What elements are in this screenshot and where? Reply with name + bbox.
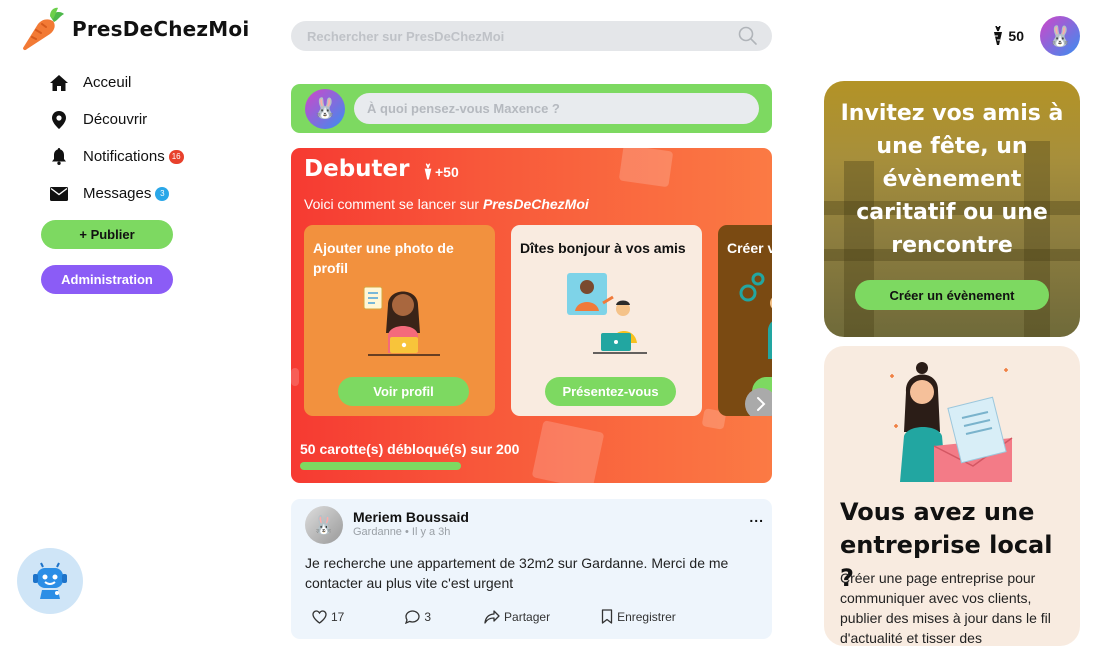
post-meta: Gardanne • Il y a 3h: [353, 526, 451, 538]
getting-started-banner: Debuter +50 Voici comment se lancer sur …: [291, 148, 772, 483]
bell-icon: [52, 148, 66, 165]
user-avatar[interactable]: 🐰: [1040, 16, 1080, 56]
sidebar-item-messages[interactable]: Messages 3: [48, 177, 248, 210]
carrot-logo-icon: [23, 7, 64, 51]
post-menu-button[interactable]: ...: [749, 509, 764, 525]
invite-card: Invitez vos amis à une fête, un évènemen…: [824, 81, 1080, 337]
post-author-avatar[interactable]: 🐰: [305, 506, 343, 544]
woman-letter-illustration: [890, 362, 1013, 482]
carrot-icon: [994, 26, 1003, 45]
business-text: Créer une page entreprise pour communiqu…: [840, 570, 1051, 646]
bookmark-icon: [601, 609, 613, 624]
onboarding-card-friends: Dîtes bonjour à vos amis Présentez-vous: [511, 225, 702, 416]
search-icon[interactable]: [738, 26, 758, 46]
assistant-bot-button[interactable]: [17, 548, 83, 614]
bunny-avatar-icon: 🐰: [312, 98, 338, 120]
share-icon: [484, 609, 500, 624]
carrot-count: 50: [1008, 28, 1024, 44]
decor-shape: [291, 368, 299, 386]
onboarding-card-photo: Ajouter une photo de profil Voir profil: [304, 225, 495, 416]
progress-bar: [300, 462, 461, 470]
bunny-avatar-icon: 🐰: [312, 514, 336, 535]
chevron-right-icon: [757, 397, 766, 411]
publish-button[interactable]: + Publier: [41, 220, 173, 249]
notification-badge: 16: [168, 149, 184, 164]
gears-illustration: [739, 272, 772, 359]
progress-text: 50 carotte(s) débloqué(s) sur 200: [300, 441, 520, 457]
decor-shape: [618, 148, 674, 188]
composer-input[interactable]: [354, 93, 759, 124]
like-count: 17: [331, 609, 345, 624]
introduce-yourself-button[interactable]: Présentez-vous: [545, 377, 676, 406]
woman-laptop-illustration: [363, 286, 440, 356]
app-logo[interactable]: PresDeChezMoi: [20, 6, 249, 52]
sidebar-nav: Acceuil Découvrir Notifications 16 Messa…: [48, 66, 248, 214]
business-card: Vous avez une entreprise local ? Créer u…: [824, 346, 1080, 646]
invite-text: Invitez vos amis à une fête, un évènemen…: [840, 101, 1064, 258]
sidebar-item-label: Notifications: [83, 148, 165, 165]
save-button[interactable]: Enregistrer: [601, 609, 676, 624]
sidebar-item-label: Acceuil: [83, 74, 132, 91]
robot-assistant-icon: [33, 562, 67, 599]
feed-post: 🐰 Meriem Boussaid Gardanne • Il y a 3h .…: [291, 499, 772, 639]
composer-avatar: 🐰: [305, 88, 345, 129]
card-title: Créer v: [727, 240, 772, 256]
create-event-button[interactable]: Créer un évènement: [855, 280, 1049, 310]
onboarding-cards: Ajouter une photo de profil Voir profil …: [304, 225, 772, 416]
card-title: Dîtes bonjour à vos amis: [520, 240, 686, 256]
banner-subtitle-text: Voici comment se lancer sur: [304, 196, 483, 212]
post-composer: 🐰: [291, 84, 772, 133]
sidebar-item-notifications[interactable]: Notifications 16: [48, 140, 248, 173]
banner-title: Debuter: [304, 156, 410, 182]
search-input[interactable]: [307, 28, 738, 44]
header-right: 50 🐰: [992, 16, 1080, 56]
banner-reward-value: +50: [435, 164, 459, 180]
messages-badge: 3: [155, 186, 170, 201]
location-pin-icon: [52, 110, 66, 129]
home-icon: [50, 74, 68, 91]
sidebar-item-label: Découvrir: [83, 111, 148, 128]
bunny-avatar-icon: 🐰: [1047, 25, 1073, 48]
carrot-icon: [424, 163, 432, 180]
post-author-name[interactable]: Meriem Boussaid: [353, 509, 469, 525]
app-name: PresDeChezMoi: [72, 17, 250, 41]
search-bar[interactable]: [291, 21, 772, 51]
video-call-illustration: [567, 273, 647, 354]
post-actions: 17 3 Partager Enregistrer: [312, 609, 711, 624]
share-label: Partager: [504, 609, 551, 624]
sidebar-item-decouvrir[interactable]: Découvrir: [48, 103, 248, 136]
like-button[interactable]: 17: [312, 609, 344, 624]
post-text: Je recherche une appartement de 32m2 sur…: [305, 555, 729, 591]
administration-button[interactable]: Administration: [41, 265, 173, 294]
card-title: Ajouter une photo de profil: [313, 240, 454, 276]
share-button[interactable]: Partager: [484, 609, 550, 624]
envelope-icon: [50, 186, 68, 201]
carousel-next-button[interactable]: [745, 388, 772, 416]
comment-icon: [405, 609, 421, 624]
banner-reward: +50: [423, 163, 459, 181]
banner-subtitle: Voici comment se lancer sur PresDeChezMo…: [304, 196, 589, 212]
view-profile-button[interactable]: Voir profil: [338, 377, 469, 406]
heart-icon: [312, 609, 327, 624]
sidebar-item-acceuil[interactable]: Acceuil: [48, 66, 248, 99]
decor-shape: [531, 420, 605, 483]
sidebar-item-label: Messages: [83, 185, 152, 202]
comment-count: 3: [424, 609, 432, 624]
banner-subtitle-brand: PresDeChezMoi: [482, 196, 589, 212]
comment-button[interactable]: 3: [405, 609, 431, 624]
save-label: Enregistrer: [617, 609, 676, 624]
